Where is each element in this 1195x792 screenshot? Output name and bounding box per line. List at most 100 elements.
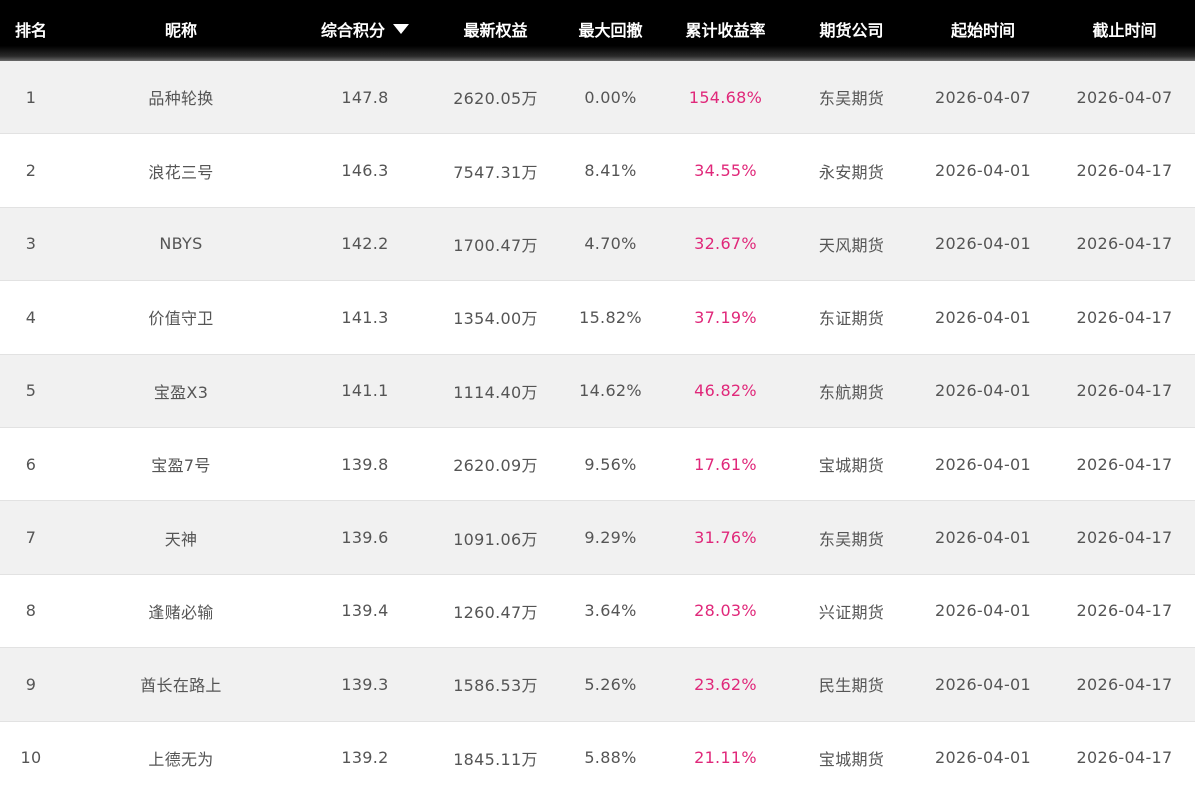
cell-drawdown: 9.29% [584, 528, 637, 548]
cell-rank: 4 [25, 307, 37, 327]
cell-nickname: 宝盈X3 [153, 382, 209, 402]
cell-start: 2026-04-07 [935, 87, 1031, 107]
cell-end: 2026-04-17 [1076, 381, 1173, 401]
cell-drawdown: 5.26% [584, 674, 637, 694]
header-equity[interactable]: 最新权益 [430, 17, 561, 41]
cell-end: 2026-04-17 [1076, 234, 1173, 254]
cell-nickname: NBYS [159, 234, 203, 254]
cell-equity: 1845.11万 [453, 749, 538, 769]
cell-return: 37.19% [694, 307, 757, 327]
cell-return: 32.67% [694, 234, 757, 254]
cell-start: 2026-04-01 [935, 674, 1031, 694]
cell-return: 28.03% [694, 601, 757, 621]
table-row[interactable]: 8 逢赌必输 139.4 1260.47万 3.64% 28.03% 兴证期货 2026-04… [0, 574, 1195, 649]
header-end[interactable]: 截止时间 [1054, 17, 1195, 41]
table-row[interactable]: 5 宝盈X3 141.1 1114.40万 14.62% 46.82% 东航期货 2026-0… [0, 354, 1195, 428]
cell-return: 34.55% [694, 161, 757, 181]
cell-score: 139.6 [341, 528, 389, 548]
cell-company: 东航期货 [818, 382, 885, 402]
header-score[interactable]: 综合积分 [300, 17, 430, 41]
cell-rank: 1 [25, 87, 37, 107]
cell-score: 139.4 [341, 601, 389, 621]
cell-nickname: 价值守卫 [148, 309, 214, 329]
table-row[interactable]: 6 宝盈7号 139.8 2620.09万 9.56% 17.61% 宝城期货 2026-04… [0, 427, 1195, 502]
cell-return: 154.68% [688, 87, 763, 107]
cell-start: 2026-04-01 [935, 601, 1031, 621]
cell-end: 2026-04-07 [1076, 87, 1173, 107]
cell-drawdown: 14.62% [579, 381, 642, 401]
cell-drawdown: 8.41% [584, 161, 637, 181]
header-rank[interactable]: 排名 [0, 17, 62, 41]
header-score-label: 综合积分 [320, 20, 385, 40]
cell-company: 民生期货 [818, 676, 885, 696]
cell-rank: 2 [25, 161, 37, 181]
cell-score: 141.1 [341, 381, 389, 401]
table-row[interactable]: 3 NBYS 142.2 1700.47万 4.70% 32.67% 天风期货 2026-04… [0, 207, 1195, 282]
cell-start: 2026-04-01 [935, 381, 1031, 401]
cell-equity: 1260.47万 [453, 602, 538, 622]
cell-start: 2026-04-01 [935, 161, 1031, 181]
cell-end: 2026-04-17 [1076, 674, 1173, 694]
table-header: 排名 昵称 综合积分 最新权益 最大回撤 累计收益率 期货公司 起始时间 截止时… [0, 0, 1195, 61]
cell-return: 31.76% [694, 528, 757, 548]
cell-rank: 7 [25, 528, 37, 548]
cell-company: 宝城期货 [818, 456, 885, 476]
header-nickname[interactable]: 昵称 [62, 17, 300, 41]
cell-score: 146.3 [341, 161, 389, 181]
cell-company: 东吴期货 [818, 529, 885, 549]
cell-company: 宝城期货 [818, 749, 885, 769]
ranking-table: 排名 昵称 综合积分 最新权益 最大回撤 累计收益率 期货公司 起始时间 截止时… [0, 0, 1195, 792]
cell-nickname: 上德无为 [148, 749, 214, 769]
table-row[interactable]: 2 浪花三号 146.3 7547.31万 8.41% 34.55% 永安期货 2026-04… [0, 134, 1195, 208]
cell-drawdown: 15.82% [579, 307, 642, 327]
cell-score: 147.8 [341, 87, 389, 107]
cell-end: 2026-04-17 [1076, 528, 1173, 548]
cell-nickname: 天神 [164, 529, 198, 549]
cell-equity: 1586.53万 [453, 676, 538, 696]
table-row[interactable]: 9 酋长在路上 139.3 1586.53万 5.26% 23.62% 民生期货 2026-0… [0, 648, 1195, 722]
cell-company: 永安期货 [818, 162, 885, 182]
cell-end: 2026-04-17 [1076, 748, 1173, 768]
cell-drawdown: 5.88% [584, 748, 637, 768]
cell-rank: 9 [25, 674, 37, 694]
cell-company: 东证期货 [818, 309, 885, 329]
cell-return: 17.61% [694, 454, 757, 474]
cell-rank: 6 [25, 454, 37, 474]
table-row[interactable]: 10 上德无为 139.2 1845.11万 5.88% 21.11% 宝城期货 2026-0… [0, 721, 1195, 792]
caret-down-icon[interactable] [393, 23, 409, 34]
header-drawdown[interactable]: 最大回撤 [561, 17, 660, 41]
cell-equity: 2620.09万 [453, 456, 538, 476]
cell-return: 23.62% [694, 674, 757, 694]
cell-drawdown: 9.56% [584, 454, 637, 474]
cell-rank: 5 [25, 381, 37, 401]
header-start[interactable]: 起始时间 [912, 17, 1054, 41]
cell-start: 2026-04-01 [935, 234, 1031, 254]
cell-company: 天风期货 [818, 235, 885, 255]
header-return[interactable]: 累计收益率 [660, 17, 791, 41]
table-row[interactable]: 4 价值守卫 141.3 1354.00万 15.82% 37.19% 东证期货 2026-0… [0, 281, 1195, 355]
cell-nickname: 酋长在路上 [140, 676, 222, 696]
header-company[interactable]: 期货公司 [791, 17, 912, 41]
cell-score: 142.2 [341, 234, 389, 254]
cell-nickname: 宝盈7号 [151, 456, 211, 476]
cell-nickname: 品种轮换 [148, 89, 214, 109]
cell-rank: 10 [20, 748, 42, 768]
table-row[interactable]: 7 天神 139.6 1091.06万 9.29% 31.76% 东吴期货 2026-04-0… [0, 501, 1195, 575]
cell-drawdown: 3.64% [584, 601, 637, 621]
cell-equity: 1114.40万 [453, 382, 538, 402]
cell-equity: 2620.05万 [453, 89, 538, 109]
cell-start: 2026-04-01 [935, 307, 1031, 327]
cell-start: 2026-04-01 [935, 528, 1031, 548]
cell-end: 2026-04-17 [1076, 307, 1173, 327]
cell-score: 139.2 [341, 748, 389, 768]
cell-equity: 1354.00万 [453, 309, 538, 329]
cell-end: 2026-04-17 [1076, 601, 1173, 621]
cell-company: 东吴期货 [818, 89, 885, 109]
table-row[interactable]: 1 品种轮换 147.8 2620.05万 0.00% 154.68% 东吴期货 2026-0… [0, 61, 1195, 135]
cell-drawdown: 4.70% [584, 234, 637, 254]
cell-nickname: 逢赌必输 [148, 602, 214, 622]
cell-company: 兴证期货 [818, 602, 885, 622]
cell-return: 21.11% [694, 748, 757, 768]
cell-end: 2026-04-17 [1076, 161, 1173, 181]
cell-start: 2026-04-01 [935, 748, 1031, 768]
